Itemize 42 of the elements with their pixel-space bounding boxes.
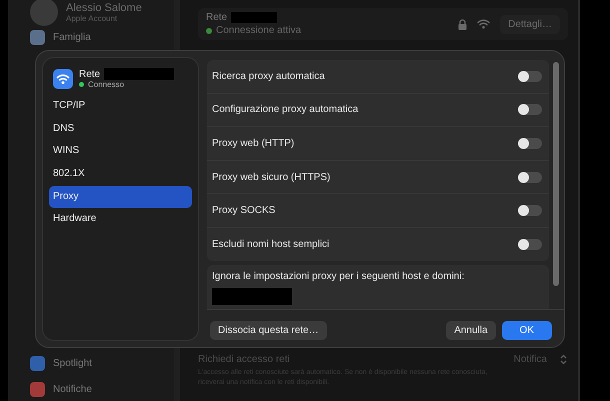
app-icon[interactable] (30, 30, 45, 44)
cancel-button[interactable]: Annulla (446, 320, 496, 340)
sidebar-item[interactable]: Proxy (49, 186, 192, 208)
toggle-switch[interactable] (518, 70, 542, 82)
option-label: Configurazione proxy automatica (212, 104, 358, 116)
sidebar-item[interactable]: TCP/IP (49, 95, 192, 117)
toggle-switch[interactable] (518, 238, 542, 250)
option-label: Ricerca proxy automatica (212, 70, 325, 82)
sidebar-item[interactable]: Famiglia (53, 32, 91, 42)
toggle-switch[interactable] (518, 138, 542, 149)
option-label: Proxy web (HTTP) (212, 138, 294, 149)
connection-status: Connessione attiva (216, 25, 302, 36)
lock-icon (458, 18, 468, 30)
option-label: Proxy SOCKS (212, 205, 276, 216)
app-icon[interactable] (30, 356, 45, 370)
option-label: Escludi nomi host semplici (212, 238, 330, 250)
sidebar-item[interactable]: WINS (49, 140, 192, 162)
toggle-switch[interactable] (518, 205, 542, 216)
toggle-switch[interactable] (518, 104, 542, 116)
connection-status: Connesso (88, 80, 124, 89)
option-label: Proxy web sicuro (HTTPS) (212, 172, 330, 183)
network-name: Rete (206, 12, 228, 23)
toggle-switch[interactable] (518, 172, 542, 183)
avatar-placeholder (30, 0, 58, 26)
account-subtitle: Apple Account (66, 14, 118, 22)
redaction-bar (231, 12, 278, 23)
redaction-bar (104, 68, 174, 80)
sidebar-item[interactable]: Hardware (49, 208, 192, 230)
app-icon[interactable] (30, 382, 45, 396)
forget-network-button[interactable]: Dissocia questa rete… (210, 320, 327, 340)
wifi-icon (477, 19, 490, 29)
network-name: Rete (79, 68, 100, 80)
account-name: Alessio Salome (66, 2, 142, 14)
bypass-label: Ignora le impostazioni proxy per i seguenti host e domini: (212, 270, 466, 282)
wifi-icon (53, 68, 73, 88)
chevron-updown-icon[interactable] (559, 354, 568, 366)
sidebar-item[interactable]: DNS (49, 118, 192, 140)
scrollbar[interactable] (553, 62, 559, 286)
ok-button[interactable]: OK (502, 320, 552, 340)
sidebar-item[interactable]: Spotlight (53, 358, 92, 368)
sidebar-item[interactable]: Notifiche (53, 384, 92, 394)
sidebar-item[interactable]: 802.1X (49, 163, 192, 186)
